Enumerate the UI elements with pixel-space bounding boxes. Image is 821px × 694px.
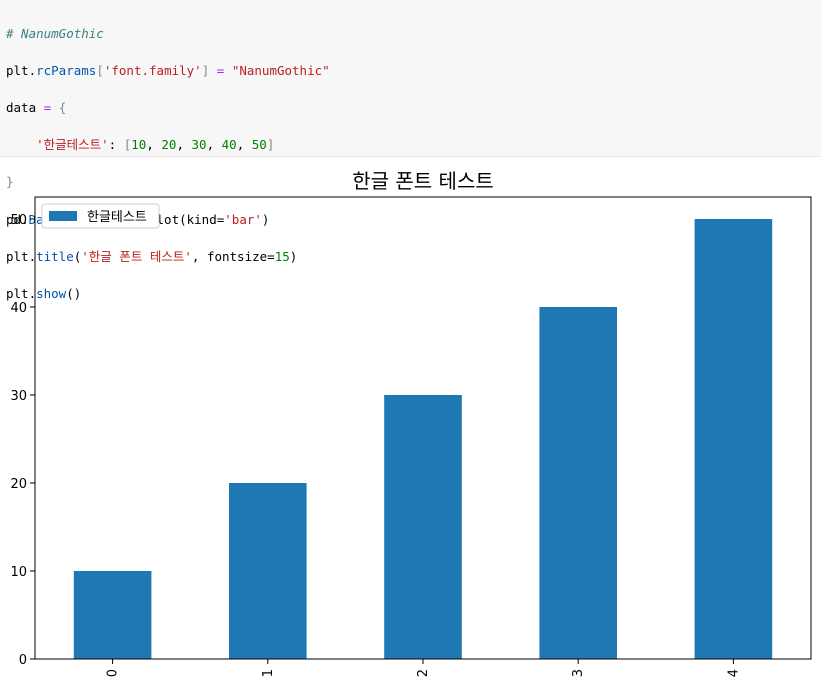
code-token: 30 — [191, 137, 207, 153]
code-line-3: data = { — [6, 99, 815, 118]
code-token: , — [146, 137, 162, 153]
code-line-2: plt.rcParams['font.family'] = "NanumGoth… — [6, 62, 815, 81]
code-token: 10 — [131, 137, 147, 153]
x-tick-label: 2 — [416, 669, 431, 677]
code-token: = — [36, 99, 59, 115]
bar — [384, 395, 462, 659]
y-axis: 0 10 20 30 40 50 — [10, 213, 35, 668]
x-tick-label: 4 — [726, 669, 741, 677]
x-tick-label: 1 — [261, 669, 276, 677]
code-token: : — [108, 137, 124, 153]
y-tick-label: 20 — [10, 477, 27, 492]
bar — [694, 219, 773, 659]
code-token: ] — [266, 137, 275, 153]
code-line-4: '한글테스트': [10, 20, 30, 40, 50] — [6, 136, 815, 155]
code-token: = — [209, 62, 232, 78]
x-tick-label: 3 — [571, 669, 586, 677]
code-token: , — [236, 137, 252, 153]
code-token: 'font.family' — [103, 62, 202, 78]
code-token: [ — [96, 62, 104, 78]
code-token: { — [58, 99, 67, 115]
bars-group — [73, 219, 773, 659]
code-token: data — [6, 99, 37, 115]
y-tick-label: 10 — [10, 565, 27, 580]
code-comment: # NanumGothic — [6, 25, 104, 41]
chart-legend: 한글테스트 — [41, 203, 160, 229]
code-token: '한글테스트' — [36, 137, 109, 153]
x-tick-label: 0 — [106, 669, 121, 677]
bar-chart: 한글 폰트 테스트 0 10 20 30 40 50 0 1 2 3 4 한글테스트 — [10, 169, 812, 677]
code-token: , — [206, 137, 222, 153]
x-axis: 0 1 2 3 4 — [106, 659, 741, 677]
code-line-1: # NanumGothic — [6, 25, 815, 44]
code-token: plt — [6, 62, 29, 78]
code-token: "NanumGothic" — [231, 62, 330, 78]
chart-title: 한글 폰트 테스트 — [352, 169, 494, 193]
code-token: , — [176, 137, 192, 153]
cell-output: 한글 폰트 테스트 0 10 20 30 40 50 0 1 2 3 4 한글테스트 — [0, 160, 821, 690]
y-tick-label: 30 — [10, 389, 27, 404]
bar — [73, 571, 152, 659]
code-token: rcParams — [36, 62, 97, 78]
y-tick-label: 50 — [10, 213, 27, 228]
y-tick-label: 40 — [10, 301, 27, 316]
code-cell[interactable]: # NanumGothic plt.rcParams['font.family'… — [0, 0, 821, 301]
legend-swatch — [49, 211, 77, 221]
code-token: 20 — [161, 137, 177, 153]
bar — [539, 307, 617, 659]
y-tick-label: 0 — [19, 653, 27, 668]
code-token: . — [28, 62, 37, 78]
code-token: 40 — [221, 137, 237, 153]
bar — [229, 483, 307, 659]
legend-label: 한글테스트 — [87, 210, 147, 225]
code-token: 50 — [251, 137, 267, 153]
